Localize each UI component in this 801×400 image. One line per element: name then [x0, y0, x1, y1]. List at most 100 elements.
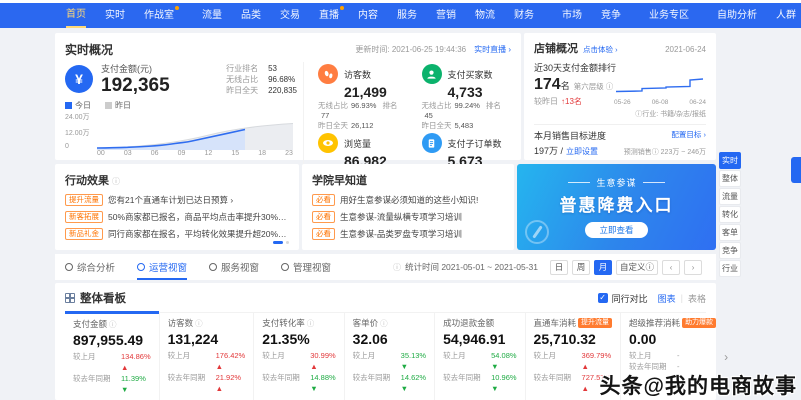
action-effects-title: 行动效果	[65, 175, 109, 187]
peer-compare-label: 同行对比	[612, 292, 648, 305]
shop-date: 2021-06-24	[665, 45, 706, 54]
stat-time-range: 统计时间 2021-05-01 ~ 2021-05-31	[405, 261, 538, 273]
buyer-icon	[422, 64, 442, 84]
carousel-dots[interactable]	[273, 241, 289, 244]
side-tab-overall[interactable]: 整体	[719, 170, 741, 187]
period-week-button[interactable]: 周	[572, 260, 590, 275]
side-tab-conversion[interactable]: 转化	[719, 206, 741, 223]
peer-compare-checkbox[interactable]: ✓	[598, 293, 608, 303]
realtime-live-link[interactable]: 实时直播 ›	[474, 44, 511, 55]
yoy-delta: 10.96% ▼	[491, 372, 516, 394]
shop-overview-card: 店铺概况 点击体验 › 2021-06-24 近30天支付金额排行 174 名 …	[524, 33, 716, 160]
nav-item-audience[interactable]: 人群	[776, 5, 796, 27]
decor-line	[643, 182, 665, 183]
side-tab-traffic[interactable]: 流量	[719, 188, 741, 205]
action-item[interactable]: 提升流量您有21个直通车计划已达日预算 ›	[65, 194, 289, 206]
action-item[interactable]: 新客拓展50%商家都已报名，商品平均点击率提升30%，快速... ›	[65, 211, 289, 223]
nav-item-content[interactable]: 内容	[358, 5, 378, 27]
info-icon: ⓘ	[380, 318, 388, 329]
metric-pay-buyers[interactable]: 支付买家数 4,733 无线占比99.24%排名45 昨日全天5,483	[408, 62, 512, 131]
college-item[interactable]: 必看生意参谋-流量纵横专项学习培训	[312, 211, 504, 223]
top-nav: 首页 实时 作战室 流量 品类 交易 直播 内容 服务 营销 物流 财务 市场 …	[0, 3, 801, 28]
rank-trend-chart	[614, 76, 706, 94]
tab-comprehensive-analysis[interactable]: 综合分析	[65, 254, 115, 280]
nav-item-selfanalysis[interactable]: 自助分析	[717, 5, 757, 27]
mom-delta: 176.42% ▲	[216, 350, 246, 372]
nav-item-finance[interactable]: 财务	[514, 5, 534, 27]
dot-inactive	[286, 241, 289, 244]
x-tick: 23	[285, 150, 293, 157]
x-tick: 03	[124, 150, 132, 157]
industry-rank-value: 53	[268, 63, 277, 74]
eye-icon	[318, 133, 338, 153]
goal-set-link[interactable]: 立即设置	[566, 146, 598, 157]
rank-x-tick: 06-24	[689, 99, 706, 106]
nav-item-warroom[interactable]: 作战室	[144, 5, 174, 27]
today-swatch	[65, 102, 72, 109]
goal-forecast: 预测销售ⓘ 223万 ~ 246万	[624, 147, 706, 157]
nav-item-competition[interactable]: 竞争	[601, 5, 621, 27]
table-toggle[interactable]: 表格	[688, 292, 706, 305]
nav-item-traffic[interactable]: 流量	[202, 5, 222, 27]
legend-yesterday[interactable]: 昨日	[105, 100, 131, 111]
next-page-button[interactable]: ›	[684, 260, 702, 275]
side-tab-realtime[interactable]: 实时	[719, 152, 741, 169]
realtime-updated-time: 更新时间: 2021-06-25 19:44:36	[355, 44, 466, 55]
college-news-card: 学院早知道 必看用好生意参谋必须知道的这些小知识! 必看生意参谋-流量纵横专项学…	[302, 164, 514, 250]
college-item[interactable]: 必看用好生意参谋必须知道的这些小知识!	[312, 194, 504, 206]
decor-line	[568, 182, 590, 183]
rank-x-tick: 05-26	[614, 99, 631, 106]
must-read-tag: 必看	[312, 194, 335, 206]
side-tab-industry[interactable]: 行业	[719, 260, 741, 277]
banner-title: 普惠降费入口	[560, 191, 674, 216]
board-metric-visitors[interactable]: 访客数ⓘ 131,224 较上月176.42% ▲ 较去年同期21.92% ▲	[159, 313, 254, 400]
prev-page-button[interactable]: ‹	[662, 260, 680, 275]
yoy-delta: 14.88% ▼	[310, 372, 335, 394]
shop-try-link[interactable]: 点击体验 ›	[583, 44, 618, 55]
realtime-title: 实时概况	[65, 41, 113, 58]
board-metric-refund[interactable]: 成功退款金额 54,946.91 较上月54.08% ▼ 较去年同期10.96%…	[434, 313, 524, 400]
x-tick: 06	[151, 150, 159, 157]
y-tick: 12.00万	[65, 128, 90, 138]
side-tab-competition[interactable]: 竞争	[719, 242, 741, 259]
x-tick: 18	[258, 150, 266, 157]
board-metric-conversion[interactable]: 支付转化率ⓘ 21.35% 较上月30.99% ▲ 较去年同期14.88% ▼	[253, 313, 343, 400]
board-metric-pay-amount[interactable]: 支付金额ⓘ 897,955.49 较上月134.86% ▲ 较去年同期11.39…	[65, 311, 159, 400]
tab-service-view[interactable]: 服务视窗	[209, 254, 259, 280]
metric-visitors[interactable]: 访客数 21,499 无线占比96.93%排名77 昨日全天26,112	[304, 62, 408, 131]
action-item[interactable]: 新品礼金同行商家都在报名，平均转化效果提升超20%，快速打... ›	[65, 228, 289, 240]
nav-item-bizzone[interactable]: 业务专区	[649, 5, 689, 27]
nav-item-logistics[interactable]: 物流	[475, 5, 495, 27]
info-icon: ⓘ	[112, 177, 120, 186]
period-day-button[interactable]: 日	[550, 260, 568, 275]
area-chart-svg	[97, 112, 293, 150]
board-metric-avg-order[interactable]: 客单价ⓘ 32.06 较上月35.13% ▼ 较去年同期14.62% ▼	[344, 313, 434, 400]
banner-view-button[interactable]: 立即查看	[585, 222, 647, 238]
nav-item-marketing[interactable]: 营销	[436, 5, 456, 27]
chart-toggle[interactable]: 图表	[658, 292, 676, 305]
x-tick: 12	[205, 150, 213, 157]
legend-today[interactable]: 今日	[65, 100, 91, 111]
industry-note: ⓘ行业: 书籍/杂志/报纸	[614, 109, 706, 119]
nav-item-market[interactable]: 市场	[562, 5, 582, 27]
dot-active	[273, 241, 283, 244]
nav-item-service[interactable]: 服务	[397, 5, 417, 27]
goal-config-link[interactable]: 配置目标 ›	[671, 129, 706, 142]
custom-range-button[interactable]: 自定义ⓘ	[616, 260, 658, 275]
side-tab-order[interactable]: 客单	[719, 224, 741, 241]
nav-item-realtime[interactable]: 实时	[105, 5, 125, 27]
college-item[interactable]: 必看生意参谋-品类罗盘专项学习培训	[312, 228, 504, 240]
tab-operation-view[interactable]: 运营视窗	[137, 254, 187, 280]
nav-item-category[interactable]: 品类	[241, 5, 261, 27]
nav-item-live[interactable]: 直播	[319, 5, 339, 27]
info-icon: ⓘ	[307, 318, 315, 329]
nav-item-trade[interactable]: 交易	[280, 5, 300, 27]
dashboard-screen: 首页 实时 作战室 流量 品类 交易 直播 内容 服务 营销 物流 财务 市场 …	[0, 0, 801, 400]
period-month-button[interactable]: 月	[594, 260, 612, 275]
tab-management-view[interactable]: 管理视窗	[281, 254, 331, 280]
yoy-delta: 11.39% ▼	[121, 373, 151, 395]
promo-banner[interactable]: 生意参谋 普惠降费入口 立即查看	[517, 164, 716, 250]
floating-widget-tab[interactable]	[791, 157, 801, 183]
nav-item-home[interactable]: 首页	[66, 4, 86, 28]
must-read-tag: 必看	[312, 228, 335, 240]
